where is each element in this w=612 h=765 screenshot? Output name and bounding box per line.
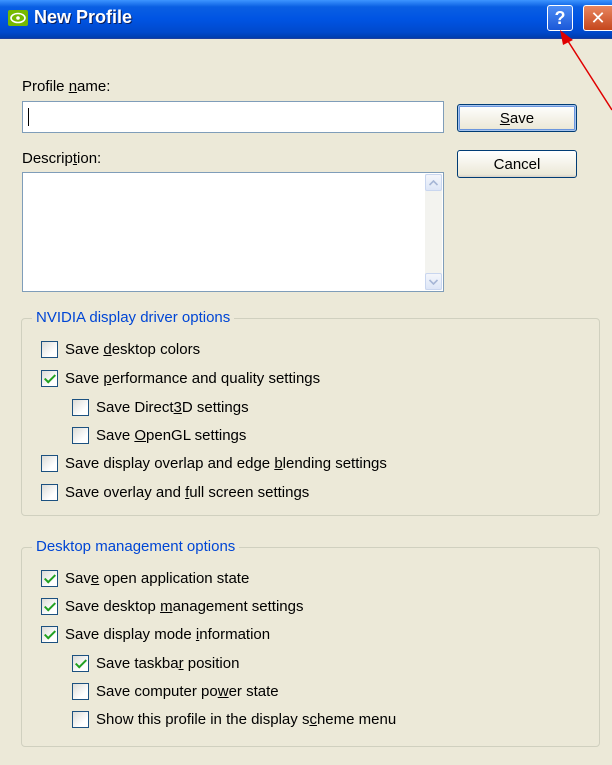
checkbox-row[interactable]: Save overlay and full screen settings [41,481,309,503]
checkbox-label: Save computer power state [96,682,279,700]
checkbox-unchecked[interactable] [72,398,89,416]
checkbox-unchecked[interactable] [72,426,89,444]
profile-name-input[interactable] [22,101,444,133]
checkbox-unchecked[interactable] [72,710,89,728]
checkbox-unchecked[interactable] [41,340,58,358]
checkbox-label: Show this profile in the display scheme … [96,710,397,728]
checkbox-label: Save OpenGL settings [96,426,247,444]
checkbox-row[interactable]: Save display mode information [41,623,270,645]
description-label: Description: [22,150,102,167]
checkbox-row[interactable]: Save taskbar position [72,652,239,674]
checkbox-label: Save open application state [65,569,250,587]
help-icon: ? [554,8,566,28]
checkbox-label: Save overlay and full screen settings [65,483,310,501]
description-scrollbar[interactable] [425,174,442,290]
chevron-down-icon [429,278,438,285]
checkbox-checked[interactable] [41,569,58,587]
checkbox-label: Save taskbar position [96,654,240,672]
checkbox-label: Save Direct3D settings [96,398,249,416]
checkbox-label: Save display mode information [65,625,271,643]
checkbox-checked[interactable] [72,654,89,672]
text-caret [28,108,29,126]
checkbox-row[interactable]: Save computer power state [72,680,279,702]
chevron-up-icon [429,179,438,186]
checkbox-row[interactable]: Save display overlap and edge blending s… [41,452,387,474]
description-textarea[interactable] [22,172,444,292]
cancel-button-label: Cancel [493,155,541,173]
window-title: New Profile [34,7,133,27]
desktop-options-title: Desktop management options [32,538,240,555]
checkbox-label: Save desktop colors [65,340,201,358]
checkbox-label: Save performance and quality settings [65,369,321,387]
checkbox-checked[interactable] [41,369,58,387]
checkbox-unchecked[interactable] [41,454,58,472]
scroll-down-button[interactable] [425,273,442,290]
checkbox-row[interactable]: Save performance and quality settings [41,367,320,389]
checkbox-checked[interactable] [41,625,58,643]
checkbox-row[interactable]: Save desktop colors [41,338,200,360]
close-icon: ✕ [590,8,606,28]
checkbox-row[interactable]: Save OpenGL settings [72,424,246,446]
checkbox-row[interactable]: Save desktop management settings [41,595,303,617]
checkbox-row[interactable]: Save Direct3D settings [72,396,249,418]
close-button[interactable]: ✕ [583,5,612,31]
checkbox-label: Save display overlap and edge blending s… [65,454,387,472]
title-bar[interactable]: New Profile ? ✕ [0,0,612,39]
checkbox-label: Save desktop management settings [65,597,304,615]
profile-name-label: Profile name: [22,78,111,95]
help-button[interactable]: ? [547,5,573,31]
nvidia-options-title: NVIDIA display driver options [32,309,235,326]
cancel-button[interactable]: Cancel [457,150,577,178]
scroll-up-button[interactable] [425,174,442,191]
checkbox-row[interactable]: Show this profile in the display scheme … [72,708,396,730]
checkbox-unchecked[interactable] [41,483,58,501]
checkbox-unchecked[interactable] [72,682,89,700]
checkbox-checked[interactable] [41,597,58,615]
checkbox-row[interactable]: Save open application state [41,567,249,589]
nvidia-logo-icon [8,10,28,26]
save-button-label: Save [499,109,535,127]
save-button[interactable]: Save [457,104,577,132]
